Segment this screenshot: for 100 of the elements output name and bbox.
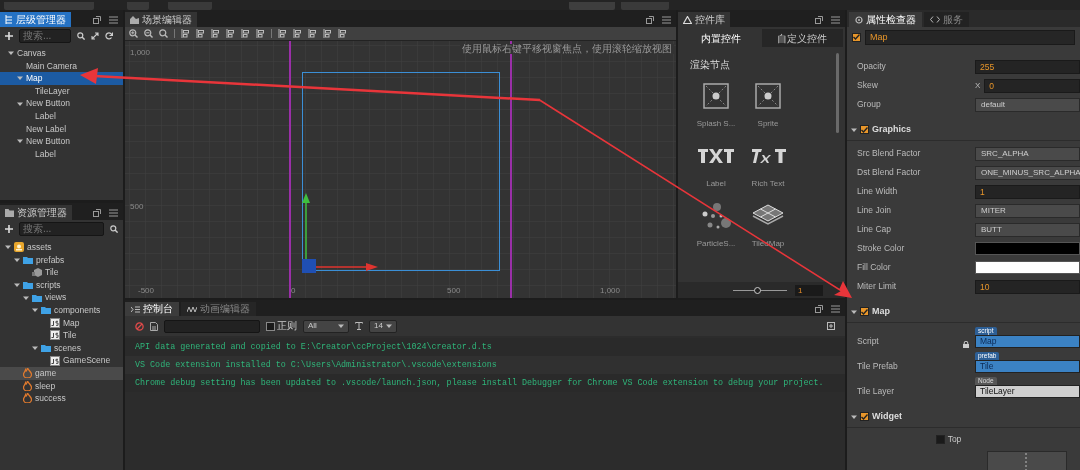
component-header[interactable]: Graphics [847, 119, 1080, 141]
tree-row[interactable]: GameScene [0, 354, 123, 367]
caret-icon[interactable] [8, 50, 14, 57]
align-middle-icon[interactable] [241, 29, 250, 38]
caret-icon[interactable] [32, 345, 38, 352]
tree-row[interactable]: Label [0, 109, 123, 123]
align-top-icon[interactable] [226, 29, 235, 38]
component-header[interactable]: Widget [847, 406, 1080, 428]
color-swatch[interactable] [975, 242, 1080, 255]
tree-row[interactable]: components [0, 303, 123, 317]
caret-icon[interactable] [851, 308, 857, 315]
dropdown[interactable]: default [975, 97, 1080, 112]
expand-icon[interactable] [91, 31, 99, 40]
color-swatch[interactable] [975, 261, 1080, 274]
active-checkbox[interactable] [852, 32, 861, 42]
inspector-tab[interactable]: 服务 [924, 12, 969, 27]
tree-row[interactable]: TileLayer [0, 84, 123, 98]
regex-checkbox[interactable]: 正则 [266, 321, 297, 331]
tree-row[interactable]: Tile [0, 266, 123, 279]
number-field[interactable]: 0 [984, 78, 1080, 93]
level-select[interactable]: All [303, 319, 349, 333]
menu-icon[interactable] [662, 15, 671, 24]
search-icon[interactable] [77, 31, 85, 40]
add-icon[interactable] [5, 224, 13, 233]
dropdown[interactable]: ONE_MINUS_SRC_ALPHA [975, 165, 1080, 180]
panel-tab[interactable]: 资源管理器 [0, 205, 72, 220]
distribute-icon[interactable] [293, 29, 302, 38]
slider-thumb[interactable] [753, 286, 761, 294]
number-field[interactable]: 10 [975, 279, 1080, 294]
item-label[interactable]: Sprite [757, 120, 779, 128]
collapse-icon[interactable] [827, 322, 835, 330]
caret-icon[interactable] [17, 138, 23, 145]
component-header[interactable]: Map [847, 301, 1080, 323]
number-field[interactable]: 255 [975, 59, 1080, 74]
text-icon[interactable] [697, 147, 735, 165]
font-size-select[interactable]: 14 [369, 319, 397, 333]
tree-row[interactable]: game [0, 366, 123, 380]
clear-icon[interactable] [135, 321, 144, 331]
inspector-tab[interactable]: 属性检查器 [849, 12, 922, 27]
distribute-icon[interactable] [338, 29, 347, 38]
console-tab[interactable]: 控制台 [125, 302, 179, 316]
distribute-icon[interactable] [308, 29, 317, 38]
distribute-icon[interactable] [278, 29, 287, 38]
tree-row[interactable]: New Button [0, 135, 123, 148]
item-label[interactable]: ParticleS... [696, 240, 736, 248]
reference-field[interactable]: TileLayer [975, 385, 1080, 398]
tree-row[interactable]: success [0, 392, 123, 405]
console-tab[interactable]: 动画编辑器 [181, 302, 256, 316]
item-label[interactable]: Label [706, 180, 726, 188]
tree-row[interactable]: Map [0, 316, 123, 330]
caret-icon[interactable] [14, 256, 20, 263]
menu-icon[interactable] [109, 15, 118, 24]
search-field[interactable]: 搜索... [19, 221, 104, 236]
enable-checkbox[interactable] [860, 412, 869, 421]
refresh-icon[interactable] [105, 31, 113, 40]
dropdown[interactable]: MITER [975, 203, 1080, 218]
number-field[interactable]: 1 [975, 184, 1080, 199]
tiles-icon[interactable] [752, 204, 784, 228]
zoom-in-icon[interactable] [129, 29, 138, 38]
tree-row[interactable]: scenes [0, 341, 123, 355]
caret-icon[interactable] [17, 100, 23, 107]
tree-row[interactable]: views [0, 291, 123, 304]
dropdown[interactable]: BUTT [975, 222, 1080, 237]
tree-row[interactable]: scripts [0, 278, 123, 292]
filter-field[interactable] [164, 319, 260, 333]
align-right-icon[interactable] [211, 29, 220, 38]
dropdown[interactable]: SRC_ALPHA [975, 146, 1080, 161]
caret-icon[interactable] [32, 307, 38, 314]
search-field[interactable]: 搜索... [19, 28, 71, 43]
panel-tab[interactable]: 场景编辑器 [125, 12, 197, 27]
popout-icon[interactable] [815, 305, 823, 313]
item-label[interactable]: Splash S... [696, 120, 736, 128]
enable-checkbox[interactable] [860, 125, 869, 134]
sprite-icon[interactable] [703, 83, 729, 109]
particles-icon[interactable] [701, 202, 731, 230]
reference-field[interactable]: Tile [975, 360, 1080, 373]
menu-icon[interactable] [831, 305, 840, 313]
tree-row[interactable]: Tile [0, 329, 123, 342]
checkbox[interactable] [935, 434, 945, 444]
tree-row[interactable]: Main Camera [0, 59, 123, 73]
add-icon[interactable] [5, 31, 13, 40]
item-label[interactable]: Rich Text [751, 180, 785, 188]
menu-icon[interactable] [109, 208, 118, 217]
distribute-icon[interactable] [323, 29, 332, 38]
menu-icon[interactable] [831, 15, 840, 24]
tree-row[interactable]: Canvas [0, 47, 123, 60]
enable-checkbox[interactable] [860, 307, 869, 316]
align-center-icon[interactable] [196, 29, 205, 38]
popout-icon[interactable] [93, 208, 101, 217]
panel-tab[interactable]: 控件库 [678, 12, 730, 27]
tree-row[interactable]: sleep [0, 379, 123, 393]
move-gizmo[interactable] [302, 193, 378, 273]
search-icon[interactable] [110, 224, 118, 233]
caret-icon[interactable] [17, 75, 23, 82]
zoom-reset-icon[interactable] [159, 29, 168, 38]
caret-icon[interactable] [851, 413, 857, 420]
tree-row[interactable]: New Label [0, 122, 123, 136]
tree-row[interactable]: Label [0, 147, 123, 161]
popout-icon[interactable] [93, 15, 101, 24]
align-left-icon[interactable] [181, 29, 190, 38]
